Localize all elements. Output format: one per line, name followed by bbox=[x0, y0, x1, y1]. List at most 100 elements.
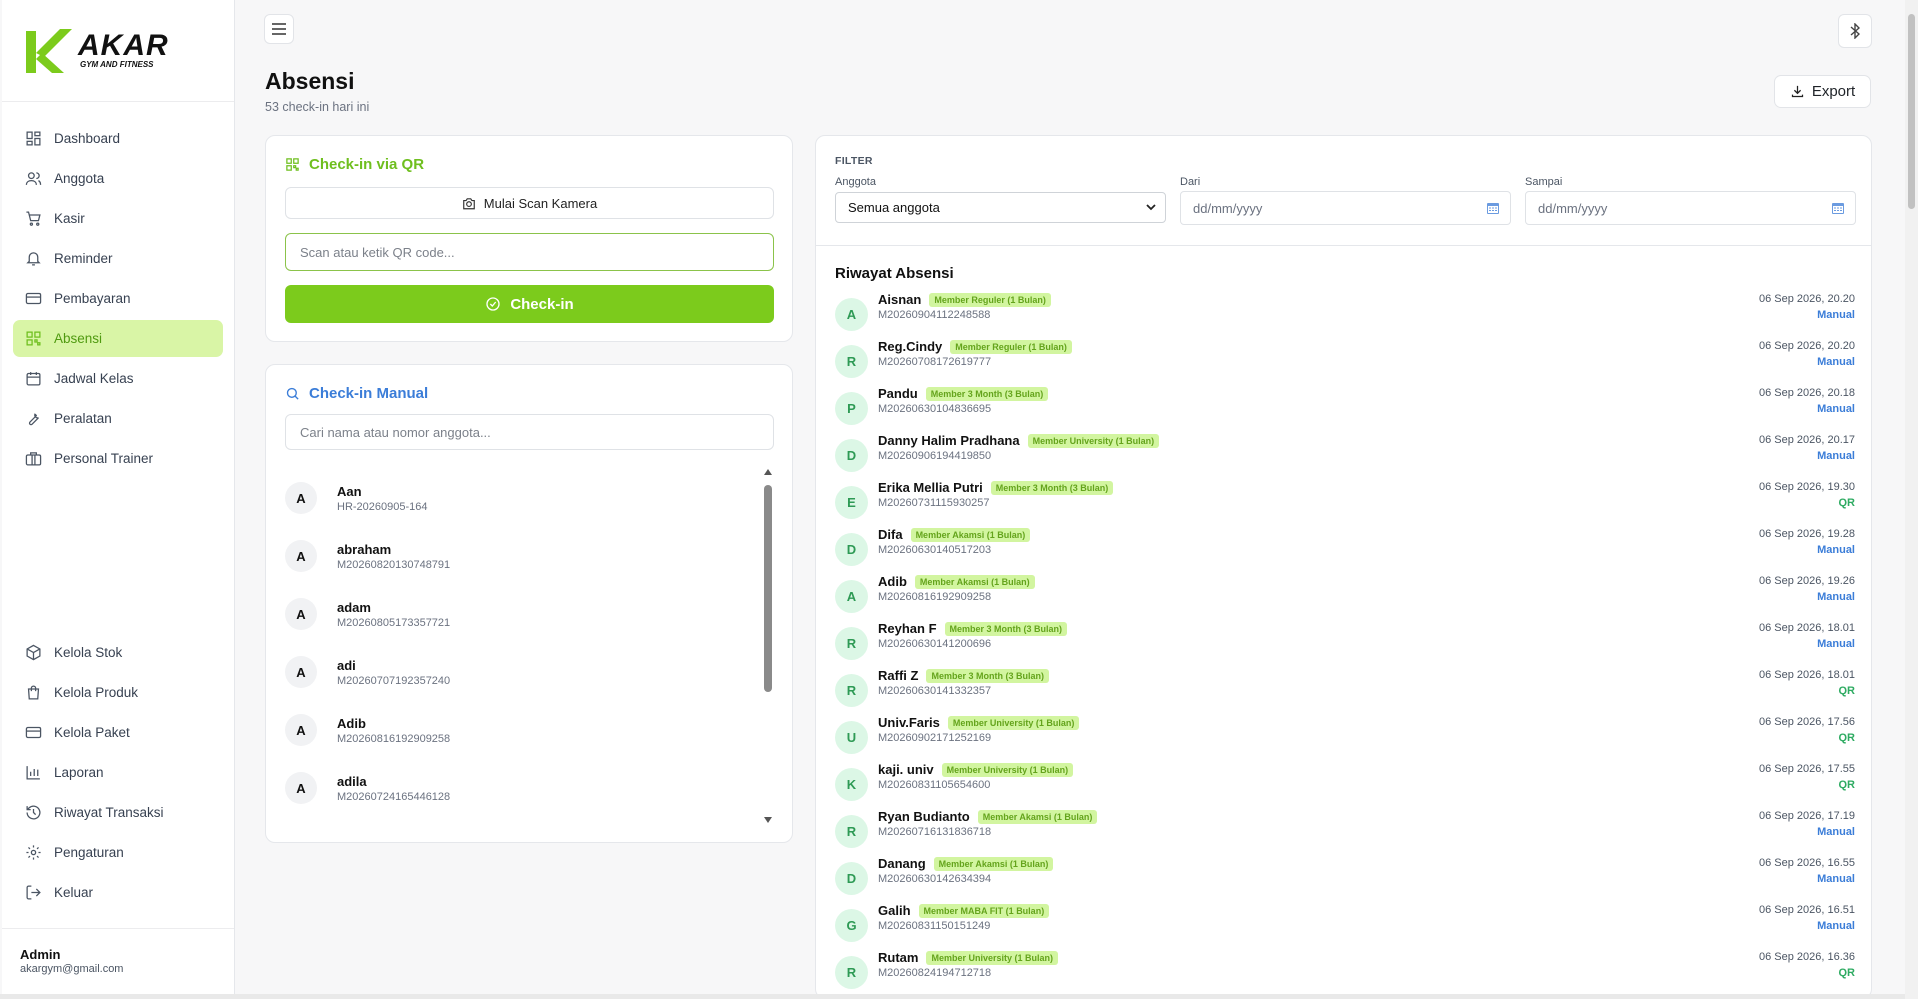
qr-icon bbox=[286, 158, 299, 171]
bar-chart-icon bbox=[26, 766, 40, 780]
checkin-method: Manual bbox=[1817, 920, 1855, 932]
member-list[interactable]: A Aan HR-20260905-164 Aabraham M20260820130… bbox=[285, 469, 765, 823]
sidebar-item-label: Laporan bbox=[54, 765, 104, 780]
scroll-up-arrow-icon[interactable] bbox=[764, 469, 772, 475]
gear-icon bbox=[26, 845, 41, 860]
table-row[interactable]: R Reyhan F Member 3 Month (3 Bulan) M202606… bbox=[835, 620, 1855, 667]
calendar-icon[interactable] bbox=[1831, 201, 1845, 215]
member-id: HR-20260905-164 bbox=[337, 500, 428, 513]
sidebar-item-kelola-produk[interactable]: Kelola Produk bbox=[13, 674, 223, 711]
user-email: akargym@gmail.com bbox=[20, 963, 124, 975]
list-item[interactable]: Aadit bbox=[285, 817, 765, 823]
from-date-input[interactable]: dd/mm/yyyy bbox=[1180, 191, 1511, 225]
sidebar-item-kelola-stok[interactable]: Kelola Stok bbox=[13, 634, 223, 671]
attendance-history-list: A Aisnan Member Reguler (1 Bulan) M20260904… bbox=[835, 291, 1855, 996]
list-item[interactable]: A Aan HR-20260905-164 bbox=[285, 469, 765, 527]
member-name: kaji. univ bbox=[878, 762, 934, 777]
to-date-input[interactable]: dd/mm/yyyy bbox=[1525, 191, 1856, 225]
menu-toggle-button[interactable] bbox=[264, 14, 294, 44]
list-item[interactable]: A Adib M20260816192909258 bbox=[285, 701, 765, 759]
membership-badge: Member University (1 Bulan) bbox=[926, 950, 1058, 965]
table-row[interactable]: R Ryan Budianto Member Akamsi (1 Bulan) M20… bbox=[835, 808, 1855, 855]
member-name: Adib bbox=[337, 715, 366, 731]
table-row[interactable]: U Univ.Faris Member University (1 Bulan) M2… bbox=[835, 714, 1855, 761]
membership-badge: Member Reguler (1 Bulan) bbox=[950, 339, 1072, 354]
table-row[interactable]: D Danny Halim Pradhana Member University (… bbox=[835, 432, 1855, 479]
member-filter-label: Anggota bbox=[835, 176, 876, 188]
list-item[interactable]: Aadam M20260805173357721 bbox=[285, 585, 765, 643]
member-name: Raffi Z bbox=[878, 668, 919, 683]
sidebar-item-laporan[interactable]: Laporan bbox=[13, 754, 223, 791]
calendar-icon[interactable] bbox=[1486, 201, 1500, 215]
export-button[interactable]: Export bbox=[1774, 75, 1871, 108]
scrollbar-thumb[interactable] bbox=[764, 485, 772, 692]
sidebar-item-peralatan[interactable]: Peralatan bbox=[13, 400, 223, 437]
checkin-datetime: 06 Sep 2026, 17.19 bbox=[1758, 810, 1855, 822]
member-id: M20260630141332357 bbox=[878, 685, 992, 697]
qr-code-input[interactable] bbox=[285, 233, 774, 271]
checkin-button[interactable]: Check-in bbox=[285, 285, 774, 323]
horizontal-scrollbar[interactable] bbox=[0, 994, 1905, 999]
table-row[interactable]: A Adib Member Akamsi (1 Bulan) M20260816192… bbox=[835, 573, 1855, 620]
member-name: adila bbox=[337, 773, 367, 789]
export-label: Export bbox=[1811, 83, 1856, 100]
member-search-input[interactable] bbox=[285, 414, 774, 450]
member-list-scrollbar[interactable] bbox=[763, 469, 773, 823]
brand-logo[interactable]: AKAR GYM AND FITNESS bbox=[2, 0, 234, 102]
sidebar-item-personal-trainer[interactable]: Personal Trainer bbox=[13, 440, 223, 477]
sidebar-item-pembayaran[interactable]: Pembayaran bbox=[13, 280, 223, 317]
table-row[interactable]: R Reg.Cindy Member Reguler (1 Bulan) M20260… bbox=[835, 338, 1855, 385]
page-scrollbar-thumb[interactable] bbox=[1908, 14, 1915, 209]
dashboard-icon bbox=[26, 131, 41, 146]
page-scrollbar[interactable] bbox=[1905, 0, 1918, 999]
scroll-down-arrow-icon[interactable] bbox=[764, 817, 772, 823]
avatar: R bbox=[835, 345, 868, 378]
sidebar-item-keluar[interactable]: Keluar bbox=[13, 874, 223, 911]
table-row[interactable]: E Erika Mellia Putri Member 3 Month (3 Bul… bbox=[835, 479, 1855, 526]
member-name: Reg.Cindy bbox=[878, 339, 943, 354]
checkin-method: Manual bbox=[1817, 826, 1855, 838]
list-item[interactable]: Aabraham M20260820130748791 bbox=[285, 527, 765, 585]
checkin-method: QR bbox=[1838, 685, 1856, 697]
sidebar-item-reminder[interactable]: Reminder bbox=[13, 240, 223, 277]
sidebar-item-label: Pengaturan bbox=[54, 845, 124, 860]
sidebar-item-jadwal-kelas[interactable]: Jadwal Kelas bbox=[13, 360, 223, 397]
qr-checkin-card: Check-in via QR Mulai Scan Kamera Check-… bbox=[265, 135, 793, 342]
start-camera-scan-button[interactable]: Mulai Scan Kamera bbox=[285, 187, 774, 219]
checkin-method: QR bbox=[1838, 732, 1856, 744]
bluetooth-button[interactable] bbox=[1838, 14, 1872, 48]
list-item[interactable]: Aadi M20260707192357240 bbox=[285, 643, 765, 701]
sidebar-item-absensi[interactable]: Absensi bbox=[13, 320, 223, 357]
member-id: M20260816192909258 bbox=[878, 591, 992, 603]
sidebar-item-kasir[interactable]: Kasir bbox=[13, 200, 223, 237]
membership-badge: Member MABA FIT (1 Bulan) bbox=[918, 903, 1050, 918]
sidebar-item-dashboard[interactable]: Dashboard bbox=[13, 120, 223, 157]
membership-badge: Member 3 Month (3 Bulan) bbox=[990, 480, 1114, 495]
table-row[interactable]: P Pandu Member 3 Month (3 Bulan) M202606301… bbox=[835, 385, 1855, 432]
member-name: adi bbox=[337, 657, 356, 673]
checkin-datetime: 06 Sep 2026, 17.56 bbox=[1758, 716, 1855, 728]
member-name: Reyhan F bbox=[878, 621, 937, 636]
table-row[interactable]: D Difa Member Akamsi (1 Bulan) M20260630140… bbox=[835, 526, 1855, 573]
table-row[interactable]: A Aisnan Member Reguler (1 Bulan) M20260904… bbox=[835, 291, 1855, 338]
member-filter-select[interactable]: Semua anggota bbox=[835, 192, 1166, 223]
sidebar-item-riwayat-transaksi[interactable]: Riwayat Transaksi bbox=[13, 794, 223, 831]
membership-badge: Member University (1 Bulan) bbox=[947, 715, 1080, 730]
avatar: A bbox=[285, 598, 317, 630]
checkin-method: QR bbox=[1838, 967, 1856, 979]
list-item[interactable]: Aadila M20260724165446128 bbox=[285, 759, 765, 817]
sidebar-item-anggota[interactable]: Anggota bbox=[13, 160, 223, 197]
table-row[interactable]: G Galih Member MABA FIT (1 Bulan) M20260831… bbox=[835, 902, 1855, 949]
table-row[interactable]: R Raffi Z Member 3 Month (3 Bulan) M2026063… bbox=[835, 667, 1855, 714]
camera-icon bbox=[462, 197, 475, 209]
checkin-datetime: 06 Sep 2026, 19.26 bbox=[1758, 575, 1855, 587]
table-row[interactable]: Kkaji. univ Member University (1 Bulan) M2… bbox=[835, 761, 1855, 808]
checkin-datetime: 06 Sep 2026, 19.28 bbox=[1758, 528, 1855, 540]
sidebar-item-pengaturan[interactable]: Pengaturan bbox=[13, 834, 223, 871]
member-id: M20260906194419850 bbox=[878, 450, 992, 462]
sidebar-item-kelola-paket[interactable]: Kelola Paket bbox=[13, 714, 223, 751]
member-name: Adib bbox=[878, 574, 907, 589]
page-title: Absensi bbox=[265, 68, 355, 94]
table-row[interactable]: D Danang Member Akamsi (1 Bulan) M202606301… bbox=[835, 855, 1855, 902]
table-row[interactable]: R Rutam Member University (1 Bulan) M202608… bbox=[835, 949, 1855, 996]
